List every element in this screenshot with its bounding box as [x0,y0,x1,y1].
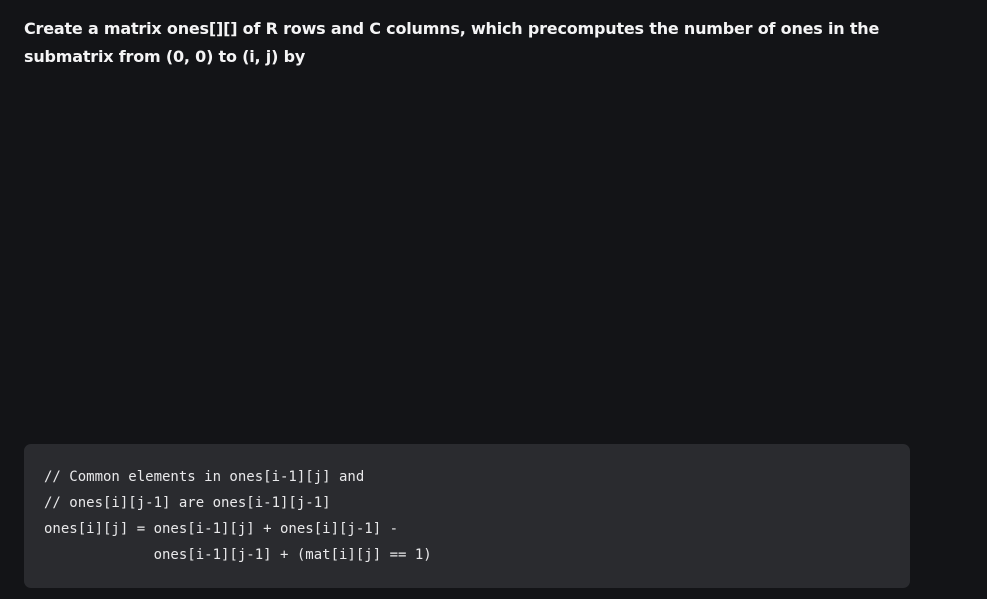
code-line: ones[i-1][j-1] + (mat[i][j] == 1) [44,547,432,563]
code-block: // Common elements in ones[i-1][j] and /… [24,444,910,588]
article-paragraph: Create a matrix ones[][] of R rows and C… [24,19,880,66]
code-line: // Common elements in ones[i-1][j] and [44,469,365,485]
code-line: ones[i][j] = ones[i-1][j] + ones[i][j-1]… [44,521,399,537]
code-line: // ones[i][j-1] are ones[i-1][j-1] [44,495,331,511]
